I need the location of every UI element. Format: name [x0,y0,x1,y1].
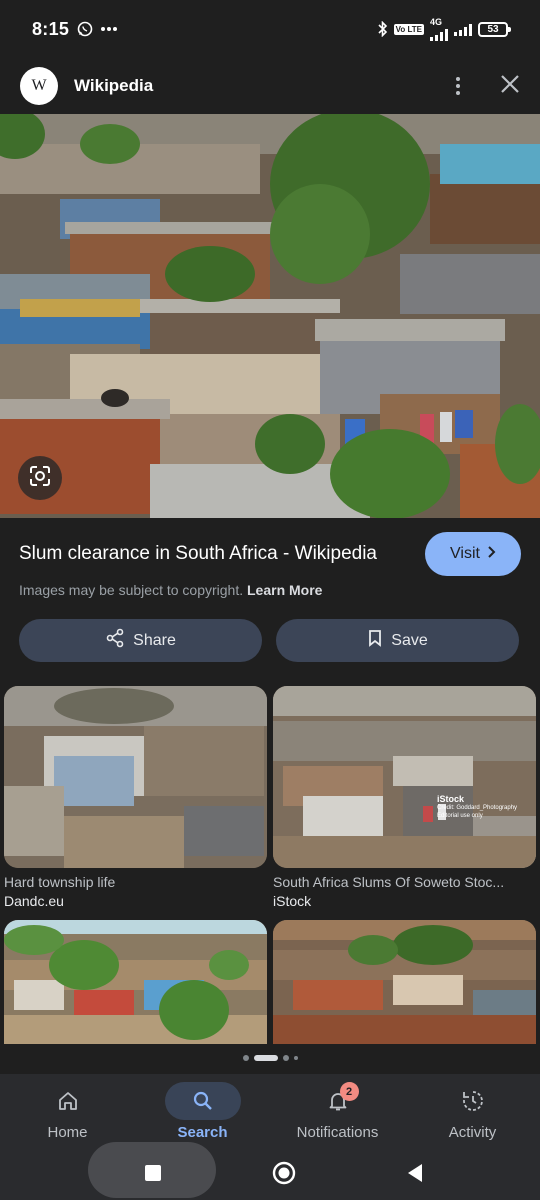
network-type: 4G [430,16,443,27]
system-nav-bar [0,1142,540,1200]
site-name[interactable]: Wikipedia [74,76,153,96]
copyright-note: Images may be subject to copyright. Lear… [19,582,322,598]
result-title[interactable]: Slum clearance in South Africa - Wikiped… [19,543,425,565]
related-card[interactable] [4,920,267,1044]
wikipedia-logo[interactable]: W [20,67,58,105]
signal-icon [430,27,448,41]
istock-watermark: iStock Credit: Goddard_Photography Edito… [437,794,517,820]
related-title: South Africa Slums Of Soweto Stoc... [273,874,505,890]
related-thumbnail[interactable] [273,920,536,1044]
share-icon [105,628,125,653]
back-button[interactable] [395,1155,435,1195]
watermark-credit: Credit: Goddard_Photography [437,805,518,811]
township-thumbnail-3 [4,920,267,1044]
share-label: Share [133,631,176,649]
carousel-indicator [0,1055,540,1061]
whatsapp-icon [77,21,93,37]
related-title: Hard township life [4,874,116,890]
shanty-town-illustration [0,114,540,518]
search-icon [164,1082,241,1120]
save-button[interactable]: Save [276,619,519,662]
close-icon[interactable] [500,74,520,99]
nav-activity-label: Activity [448,1124,497,1141]
volte-icon: Vo LTE [393,23,424,35]
chevron-right-icon [486,545,496,563]
bottom-navigation: Home Search 2 Notifications Activity [0,1074,540,1150]
related-card[interactable] [273,920,536,1044]
home-system-button[interactable] [264,1155,304,1195]
battery-icon: 53 [478,21,511,37]
related-thumbnail[interactable] [4,920,267,1044]
status-bar: 8:15 Vo LTE 4G 53 [0,0,540,58]
related-thumbnail[interactable] [4,686,267,868]
nav-notifications[interactable]: 2 Notifications [270,1074,405,1150]
watermark-note: Editorial use only [437,813,483,819]
township-thumbnail-4 [273,920,536,1044]
action-row: Share Save [19,619,519,662]
township-thumbnail-1 [4,686,267,868]
recents-button[interactable] [133,1155,173,1195]
share-button[interactable]: Share [19,619,262,662]
nav-search[interactable]: Search [135,1074,270,1150]
bookmark-icon [367,629,383,652]
township-thumbnail-2 [273,686,536,868]
nav-activity[interactable]: Activity [405,1074,540,1150]
related-card[interactable]: iStock Credit: Goddard_Photography Edito… [273,686,536,909]
history-icon [435,1082,511,1120]
nav-home[interactable]: Home [0,1074,135,1150]
save-label: Save [391,631,428,649]
result-title-row: Slum clearance in South Africa - Wikiped… [19,532,521,576]
source-header: W Wikipedia [0,58,540,114]
home-icon [30,1082,106,1120]
copyright-text: Images may be subject to copyright. [19,582,244,598]
learn-more-link[interactable]: Learn More [247,582,322,598]
visit-button[interactable]: Visit [425,532,521,576]
visit-label: Visit [450,545,480,562]
related-source: iStock [273,893,312,909]
signal-icon-2 [454,22,472,36]
bell-icon: 2 [300,1082,376,1120]
nav-notifications-label: Notifications [296,1124,379,1141]
related-source: Dandc.eu [4,893,64,909]
notification-badge: 2 [339,1082,359,1101]
square-icon [144,1164,162,1187]
watermark-brand: iStock [437,794,465,804]
more-notifications-icon [101,26,118,32]
bluetooth-icon [378,21,388,37]
more-options-icon[interactable] [448,73,468,99]
back-triangle-icon [406,1163,424,1188]
nav-home-label: Home [47,1124,88,1141]
circle-icon [272,1161,296,1190]
related-card[interactable]: Hard township life Dandc.eu [4,686,267,909]
nav-search-label: Search [177,1124,228,1141]
status-time: 8:15 [32,18,70,39]
main-result-image[interactable] [0,114,540,518]
related-thumbnail[interactable]: iStock Credit: Goddard_Photography Edito… [273,686,536,868]
lens-icon [28,464,52,493]
lens-search-button[interactable] [18,456,62,500]
